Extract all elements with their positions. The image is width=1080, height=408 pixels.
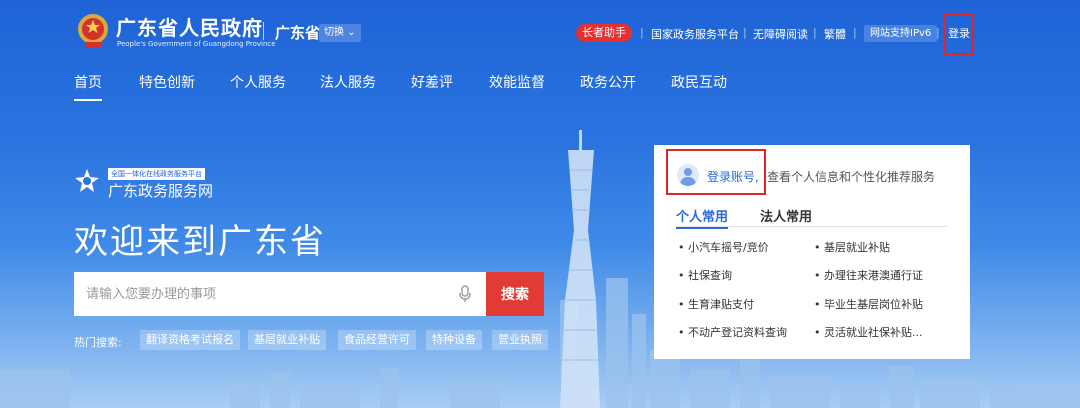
portal-tag: 全国一体化在线政务服务平台 xyxy=(108,168,205,180)
divider: | xyxy=(936,26,940,39)
divider: | xyxy=(813,26,817,39)
login-account-link[interactable]: 登录账号, xyxy=(707,168,759,185)
service-link[interactable]: 不动产登记资料查询 xyxy=(678,324,787,340)
nav-item-interaction[interactable]: 政民互动 xyxy=(671,72,727,92)
nav-item-evaluation[interactable]: 好差评 xyxy=(411,72,453,92)
microphone-icon[interactable] xyxy=(458,285,472,303)
top-header: 广东省人民政府 People's Government of Guangdong… xyxy=(0,0,1080,64)
service-link[interactable]: 社保查询 xyxy=(678,267,732,283)
service-link[interactable]: 毕业生基层岗位补贴 xyxy=(814,296,923,312)
nav-item-features[interactable]: 特色创新 xyxy=(139,72,195,92)
hot-search-tag[interactable]: 基层就业补贴 xyxy=(248,330,326,350)
service-link[interactable]: 生育津贴支付 xyxy=(678,296,754,312)
service-panel: 登录账号, 查看个人信息和个性化推荐服务 个人常用 法人常用 小汽车摇号/竞价 … xyxy=(654,145,970,359)
search-bar: 搜索 xyxy=(74,272,544,316)
gov-subtitle: People's Government of Guangdong Provinc… xyxy=(117,40,276,48)
nav-item-corporate[interactable]: 法人服务 xyxy=(320,72,376,92)
accessibility-link[interactable]: 无障碍阅读 xyxy=(753,26,808,42)
nav-item-supervision[interactable]: 效能监督 xyxy=(489,72,545,92)
hot-search-tag[interactable]: 翻译资格考试报名 xyxy=(140,330,240,350)
switch-region-button[interactable]: 切换 ⌄ xyxy=(319,24,361,42)
service-link[interactable]: 灵活就业社保补贴... xyxy=(814,324,923,340)
divider: | xyxy=(743,26,747,39)
service-link[interactable]: 办理往来港澳通行证 xyxy=(814,267,923,283)
tab-personal-common[interactable]: 个人常用 xyxy=(676,206,729,229)
ipv6-badge: 网站支持IPv6 xyxy=(864,25,938,42)
hot-searches: 热门搜索: 翻译资格考试报名 基层就业补贴 食品经营许可 特种设备 营业执照 xyxy=(74,330,554,352)
service-link[interactable]: 小汽车摇号/竞价 xyxy=(678,239,769,255)
nav-item-personal[interactable]: 个人服务 xyxy=(230,72,286,92)
welcome-heading: 欢迎来到广东省 xyxy=(74,222,326,262)
login-description: 查看个人信息和个性化推荐服务 xyxy=(767,170,936,184)
service-link[interactable]: 基层就业补贴 xyxy=(814,239,890,255)
divider: | xyxy=(853,26,857,39)
hot-search-label: 热门搜索: xyxy=(74,336,122,349)
national-platform-link[interactable]: 国家政务服务平台 xyxy=(651,26,739,42)
chevron-down-icon: ⌄ xyxy=(347,27,356,38)
nav-item-disclosure[interactable]: 政务公开 xyxy=(580,72,636,92)
portal-logo-icon xyxy=(75,169,99,192)
hot-search-tag[interactable]: 特种设备 xyxy=(426,330,482,350)
user-avatar-icon xyxy=(677,164,699,186)
hot-search-tag[interactable]: 食品经营许可 xyxy=(338,330,416,350)
region-label: 广东省 xyxy=(275,24,321,42)
switch-label: 切换 xyxy=(324,27,344,38)
tab-corporate-common[interactable]: 法人常用 xyxy=(760,206,812,225)
elder-assistant-button[interactable]: 长者助手 xyxy=(576,24,632,42)
divider: | xyxy=(640,26,644,39)
search-button[interactable]: 搜索 xyxy=(486,272,544,316)
login-button[interactable]: 登录 xyxy=(944,13,974,55)
main-nav: 首页 特色创新 个人服务 法人服务 好差评 效能监督 政务公开 政民互动 xyxy=(0,64,1080,101)
nav-item-home[interactable]: 首页 xyxy=(74,72,102,101)
national-emblem-icon xyxy=(78,14,108,48)
gov-title: 广东省人民政府 xyxy=(116,16,263,40)
search-input[interactable] xyxy=(74,272,486,316)
hot-search-tag[interactable]: 营业执照 xyxy=(492,330,548,350)
divider xyxy=(263,22,264,40)
traditional-chinese-link[interactable]: 繁體 xyxy=(824,26,846,42)
portal-name: 广东政务服务网 xyxy=(108,182,214,200)
tab-divider xyxy=(676,226,948,227)
